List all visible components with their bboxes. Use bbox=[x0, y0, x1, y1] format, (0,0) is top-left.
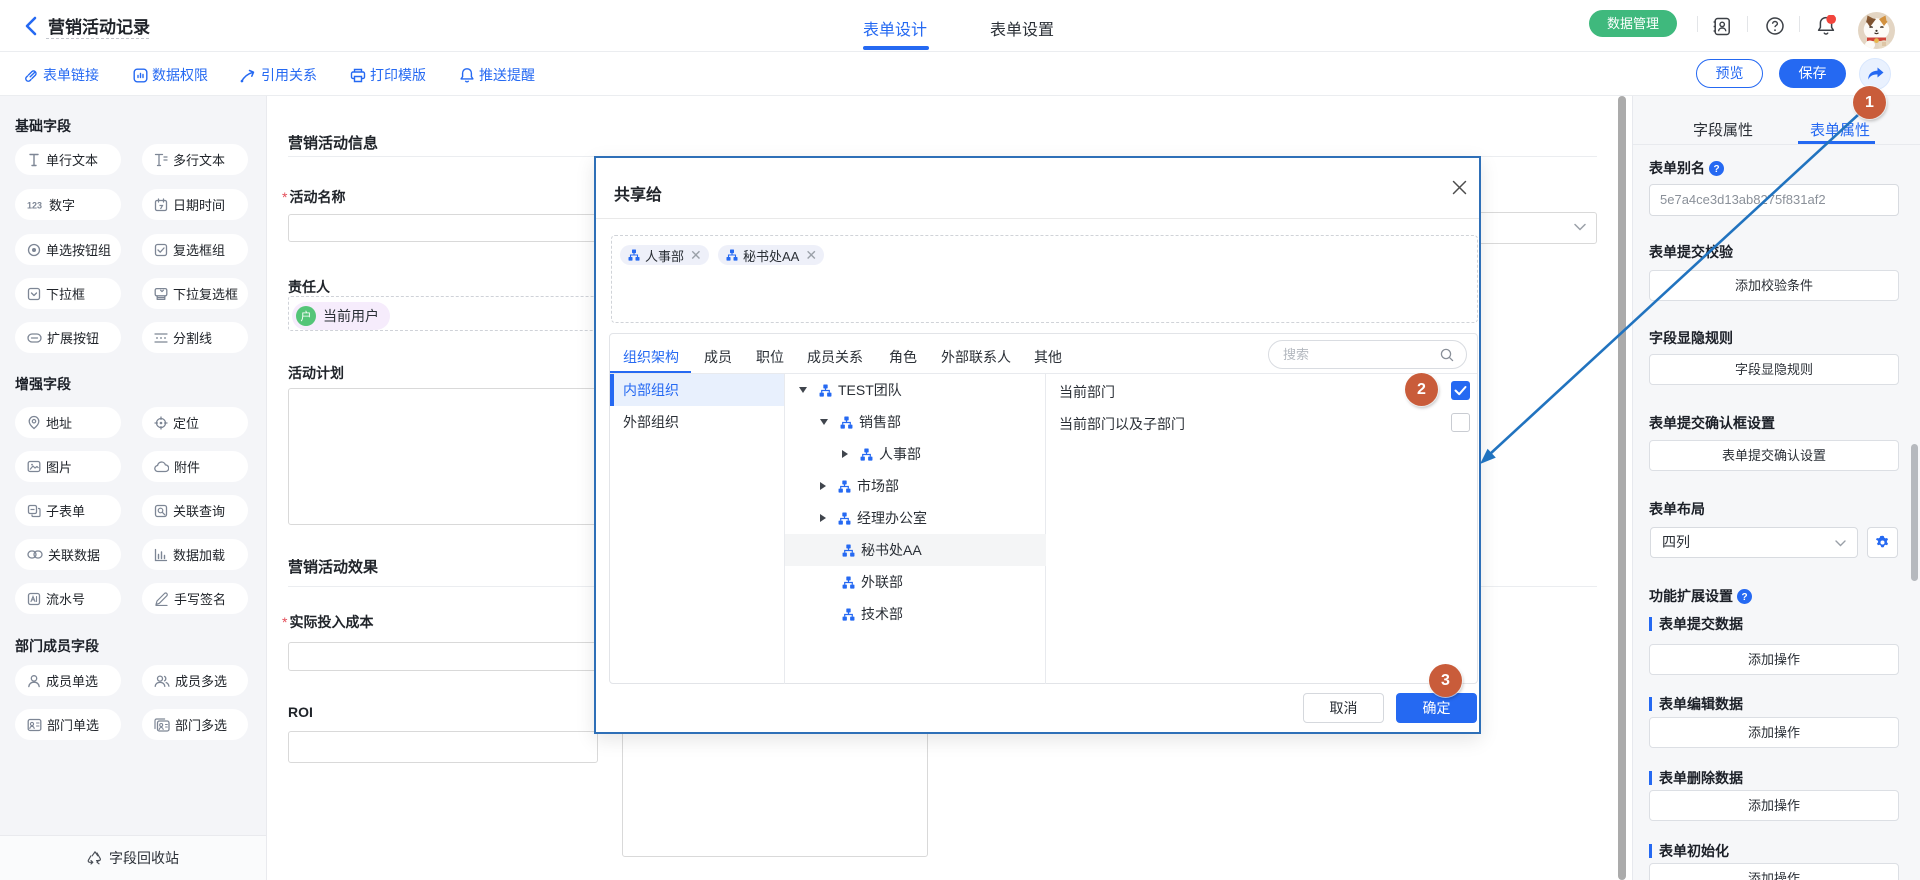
svg-text:123: 123 bbox=[27, 200, 42, 210]
svg-text:户: 户 bbox=[301, 309, 312, 323]
svg-text:?: ? bbox=[1713, 164, 1719, 175]
svg-text:?: ? bbox=[1741, 592, 1747, 603]
